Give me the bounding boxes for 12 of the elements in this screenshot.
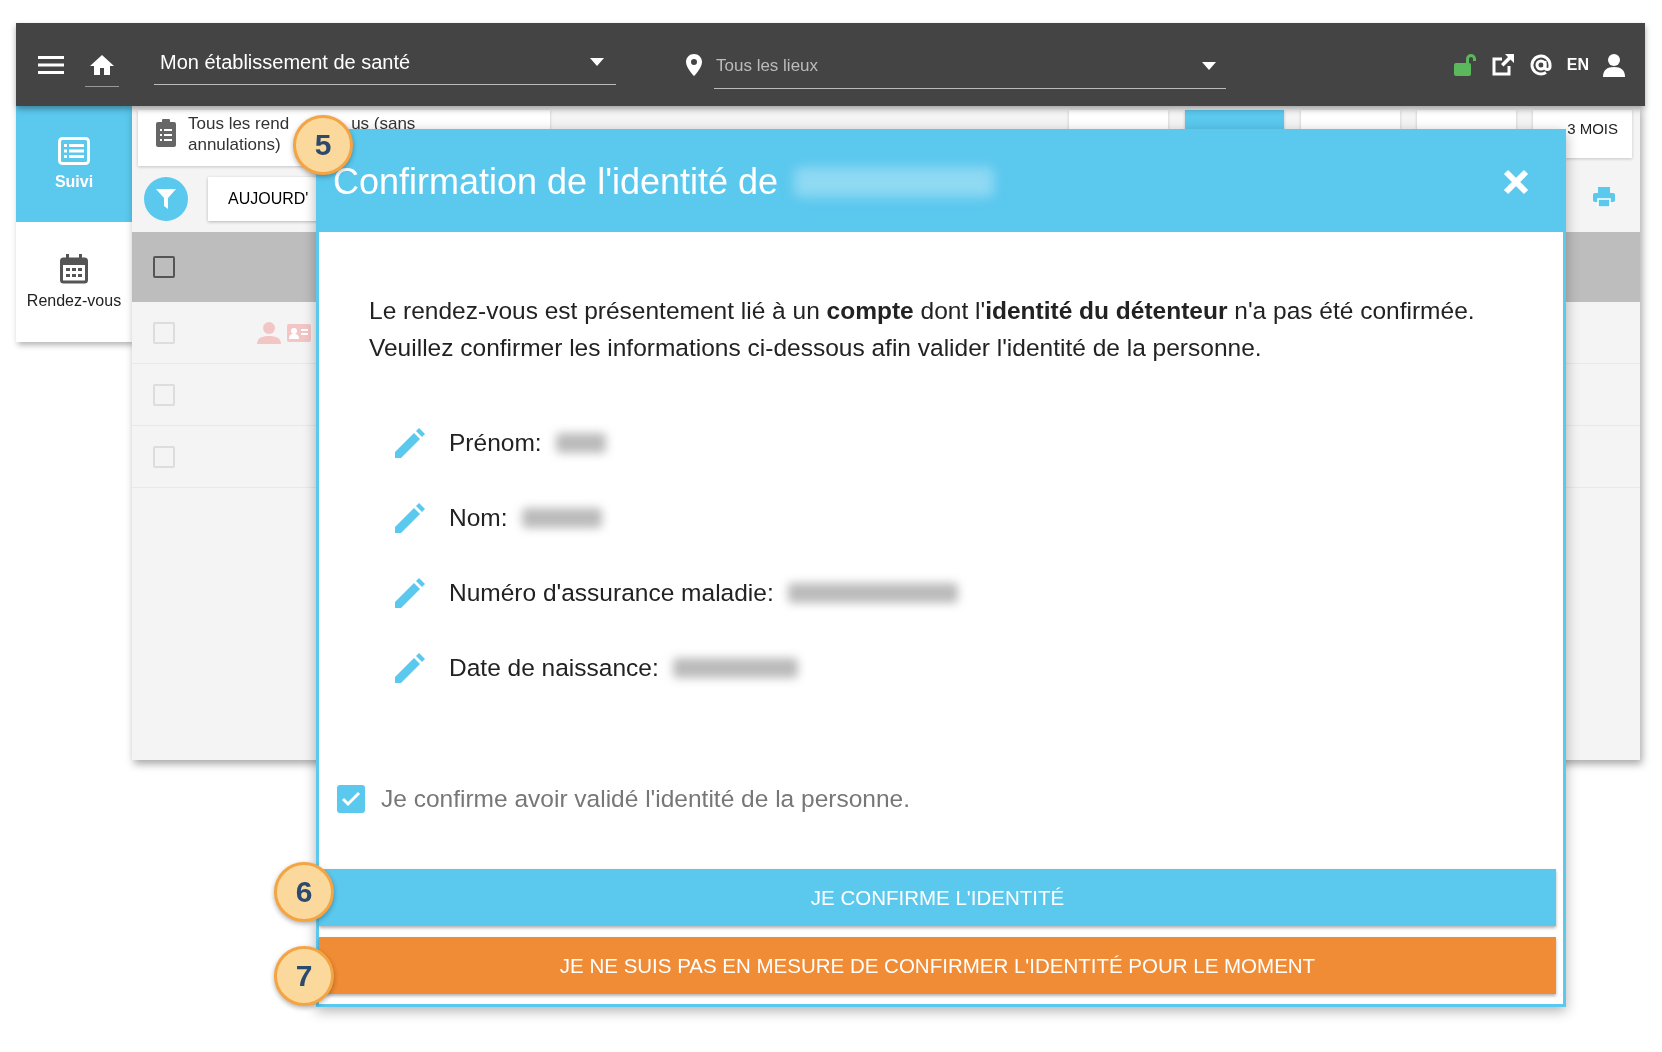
field-label: Prénom:: [449, 429, 542, 457]
filter-label: Tous les rend: [188, 113, 290, 134]
field-label: Numéro d'assurance maladie:: [449, 579, 774, 607]
confirm-label: Je confirme avoir validé l'identité de la personne.: [381, 785, 910, 813]
intro-paragraph: Veuillez confirmer les informations ci-dessous afin valider l'identité de la personne.: [369, 333, 1263, 363]
step-number-badge: 7: [274, 946, 334, 1006]
intro-paragraph: Le rendez-vous est présentement lié à un compte dont l'identité du détenteur n'a pas été confirmée.: [369, 296, 1476, 326]
step-number-badge: 6: [274, 862, 334, 922]
field-label: Date de naissance:: [449, 654, 659, 682]
filter-label: annulations): [188, 134, 281, 155]
filter-label: us (sans: [351, 113, 416, 134]
field-label: Nom:: [449, 504, 508, 532]
